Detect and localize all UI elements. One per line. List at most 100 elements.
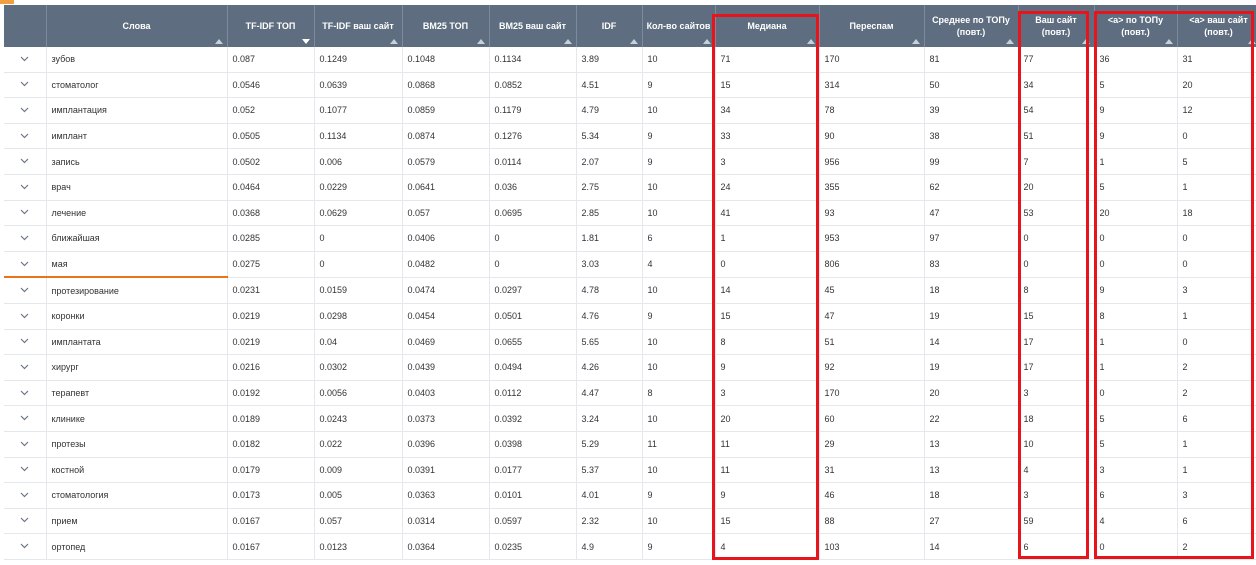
cell-your-site: 7: [1018, 148, 1095, 175]
table-row[interactable]: терапевт 0.0192 0.0056 0.0403 0.0112 4.47 8 3 17…: [4, 380, 1256, 407]
cell-links-top: 5: [1094, 431, 1178, 458]
cell-tfidf-top: 0.0231: [227, 277, 315, 304]
expand-row-button[interactable]: [4, 431, 47, 458]
expand-row-button[interactable]: [4, 123, 47, 150]
table-row[interactable]: стоматология 0.0173 0.005 0.0363 0.0101 4.01 9…: [4, 482, 1256, 509]
header-links-top[interactable]: <a> по ТОПу (повт.): [1094, 5, 1178, 47]
expand-row-button[interactable]: [4, 251, 47, 279]
table-row[interactable]: лечение 0.0368 0.0629 0.057 0.0695 2.85 10 41 93…: [4, 200, 1256, 227]
table-row[interactable]: ортопед 0.0167 0.0123 0.0364 0.0235 4.9 9 4 103 1…: [4, 533, 1256, 560]
header-overspam[interactable]: Переспам: [819, 5, 925, 47]
cell-tfidf-top: 0.0216: [227, 354, 315, 381]
sort-desc-arrow-icon[interactable]: [301, 39, 310, 44]
table-row[interactable]: мая 0.0275 0 0.0482 0 3.03 4 0 806 83 0 0 0: [4, 251, 1256, 279]
cell-median: 15: [715, 508, 820, 535]
expand-row-button[interactable]: [4, 47, 47, 73]
cell-word: стоматология: [46, 482, 228, 509]
cell-bm25-site: 0.0392: [489, 405, 577, 432]
expand-row-button[interactable]: [4, 200, 47, 227]
sort-arrow-icon[interactable]: [1247, 39, 1256, 44]
sort-arrow-icon[interactable]: [476, 39, 485, 44]
header-tfidf-site[interactable]: TF-IDF ваш сайт: [314, 5, 403, 47]
header-idf[interactable]: IDF: [576, 5, 643, 47]
top-accent-mark: [0, 0, 14, 4]
cell-avg-top: 62: [924, 174, 1019, 201]
sort-arrow-icon[interactable]: [214, 39, 223, 44]
header-sites-count[interactable]: Кол-во сайтов: [642, 5, 716, 47]
expand-row-button[interactable]: [4, 533, 47, 560]
header-median[interactable]: Медиана: [715, 5, 820, 47]
table-row[interactable]: костной 0.0179 0.009 0.0391 0.0177 5.37 10 11 31…: [4, 457, 1256, 484]
sort-arrow-icon[interactable]: [1005, 39, 1014, 44]
cell-tfidf-top: 0.0502: [227, 148, 315, 175]
table-row[interactable]: прием 0.0167 0.057 0.0314 0.0597 2.32 10 15 88 27…: [4, 508, 1256, 535]
sort-arrow-icon[interactable]: [1164, 39, 1173, 44]
cell-idf: 4.26: [576, 354, 643, 381]
cell-overspam: 78: [819, 97, 925, 124]
cell-avg-top: 19: [924, 303, 1019, 330]
cell-overspam: 93: [819, 200, 925, 227]
table-row[interactable]: стоматолог 0.0546 0.0639 0.0868 0.0852 4.51 9 1…: [4, 72, 1256, 99]
cell-bm25-site: 0.0297: [489, 277, 577, 304]
table-row[interactable]: протезы 0.0182 0.022 0.0396 0.0398 5.29 11 11 29…: [4, 431, 1256, 458]
expand-row-button[interactable]: [4, 303, 47, 330]
header-your-site[interactable]: Ваш сайт (повт.): [1018, 5, 1095, 47]
cell-your-site: 17: [1018, 329, 1095, 356]
table-row[interactable]: коронки 0.0219 0.0298 0.0454 0.0501 4.76 9 15 47…: [4, 303, 1256, 330]
table-row[interactable]: протезирование 0.0231 0.0159 0.0474 0.0297 4.…: [4, 277, 1256, 304]
table-row[interactable]: ближайшая 0.0285 0 0.0406 0 1.81 6 1 953 97 0 0 0: [4, 225, 1256, 252]
cell-bm25-top: 0.0363: [402, 482, 490, 509]
cell-tfidf-top: 0.087: [227, 47, 315, 73]
cell-overspam: 51: [819, 329, 925, 356]
expand-row-button[interactable]: [4, 225, 47, 252]
table-row[interactable]: врач 0.0464 0.0229 0.0641 0.036 2.75 10 24 355 62…: [4, 174, 1256, 201]
expand-row-button[interactable]: [4, 508, 47, 535]
chevron-down-icon: [20, 56, 29, 62]
expand-row-button[interactable]: [4, 72, 47, 99]
expand-row-button[interactable]: [4, 482, 47, 509]
expand-row-button[interactable]: [4, 380, 47, 407]
table-row[interactable]: хирург 0.0216 0.0302 0.0439 0.0494 4.26 10 9 92 1…: [4, 354, 1256, 381]
header-bm25-site[interactable]: BM25 ваш сайт: [489, 5, 577, 47]
expand-row-button[interactable]: [4, 97, 47, 124]
sort-arrow-icon[interactable]: [563, 39, 572, 44]
cell-links-top: 1: [1094, 329, 1178, 356]
header-links-site[interactable]: <a> ваш сайт (повт.): [1177, 5, 1256, 47]
sort-arrow-icon[interactable]: [806, 39, 815, 44]
sort-arrow-icon[interactable]: [702, 39, 711, 44]
table-row[interactable]: имплантата 0.0219 0.04 0.0469 0.0655 5.65 10 8 5…: [4, 329, 1256, 356]
cell-idf: 2.85: [576, 200, 643, 227]
expand-row-button[interactable]: [4, 405, 47, 432]
expand-row-button[interactable]: [4, 354, 47, 381]
expand-row-button[interactable]: [4, 277, 47, 304]
cell-avg-top: 19: [924, 354, 1019, 381]
cell-tfidf-site: 0.0243: [314, 405, 403, 432]
header-bm25-top[interactable]: BM25 ТОП: [402, 5, 490, 47]
table-row[interactable]: имплант 0.0505 0.1134 0.0874 0.1276 5.34 9 33 90…: [4, 123, 1256, 150]
cell-word: стоматолог: [46, 72, 228, 99]
table-row[interactable]: зубов 0.087 0.1249 0.1048 0.1134 3.89 10 71 170 8…: [4, 47, 1256, 73]
cell-your-site: 15: [1018, 303, 1095, 330]
sort-arrow-icon[interactable]: [629, 39, 638, 44]
cell-your-site: 3: [1018, 380, 1095, 407]
table-row[interactable]: запись 0.0502 0.006 0.0579 0.0114 2.07 9 3 956 99…: [4, 148, 1256, 175]
expand-row-button[interactable]: [4, 329, 47, 356]
chevron-down-icon: [20, 518, 29, 523]
expand-row-button[interactable]: [4, 457, 47, 484]
sort-arrow-icon[interactable]: [911, 39, 920, 44]
sort-arrow-icon[interactable]: [1081, 39, 1090, 44]
expand-row-button[interactable]: [4, 148, 47, 175]
header-tfidf-top[interactable]: TF-IDF ТОП: [227, 5, 315, 47]
table-row[interactable]: имплантация 0.052 0.1077 0.0859 0.1179 4.79 10…: [4, 97, 1256, 124]
expand-row-button[interactable]: [4, 174, 47, 201]
cell-idf: 2.07: [576, 148, 643, 175]
cell-sites-count: 10: [642, 277, 716, 304]
header-words[interactable]: Слова: [46, 5, 228, 47]
table-row[interactable]: клинике 0.0189 0.0243 0.0373 0.0392 3.24 10 20 6…: [4, 405, 1256, 432]
header-avg-top[interactable]: Среднее по ТОПу (повт.): [924, 5, 1019, 47]
cell-tfidf-site: 0.0639: [314, 72, 403, 99]
sort-arrow-icon[interactable]: [389, 39, 398, 44]
cell-median: 11: [715, 431, 820, 458]
cell-sites-count: 9: [642, 72, 716, 99]
cell-idf: 2.32: [576, 508, 643, 535]
